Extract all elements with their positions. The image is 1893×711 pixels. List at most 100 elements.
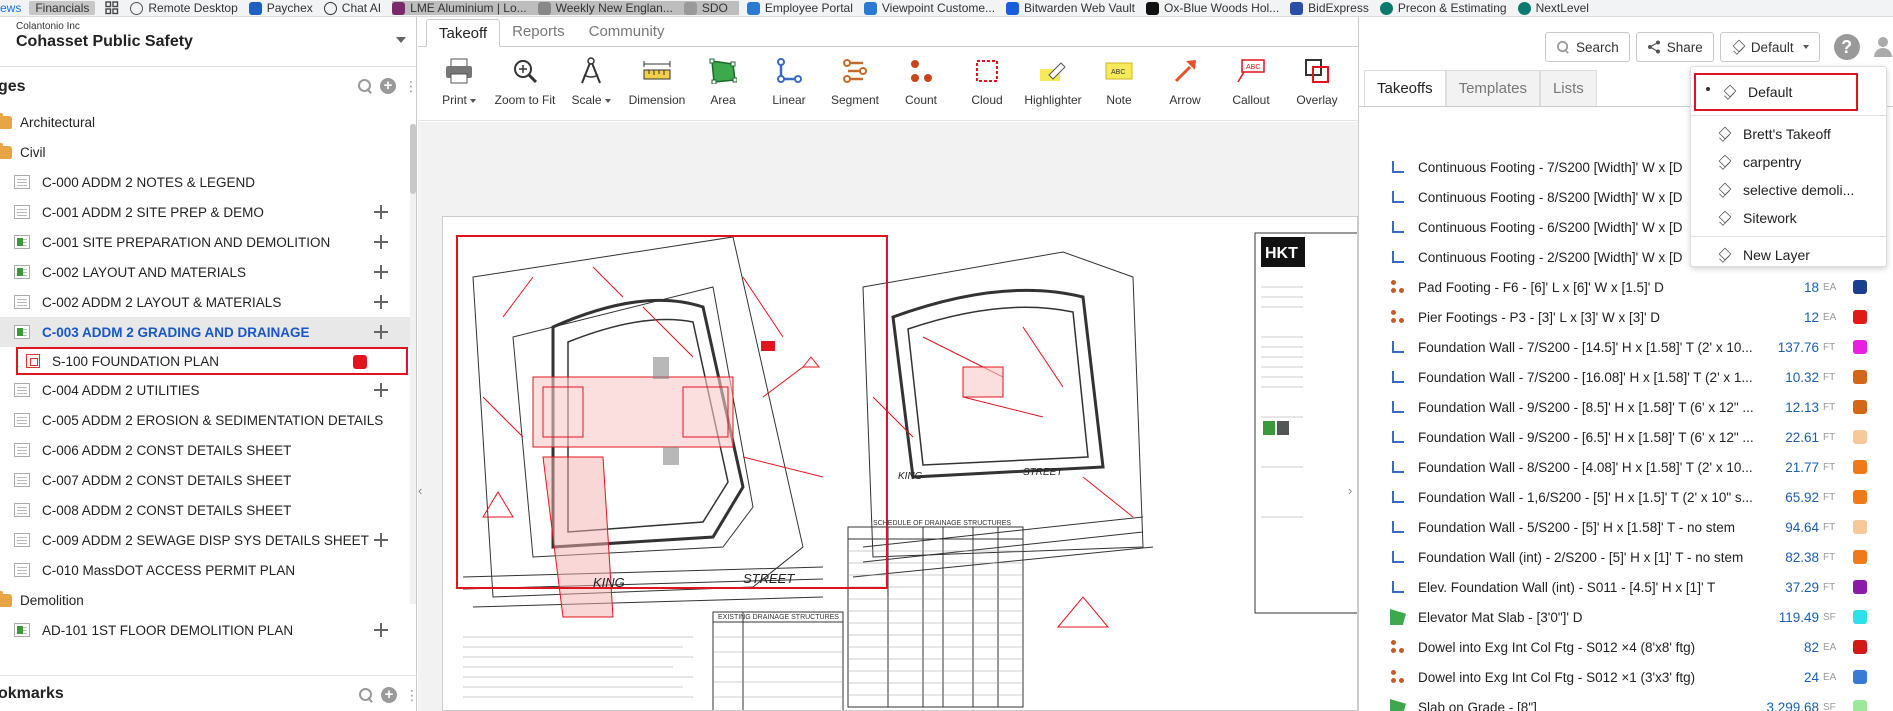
move-icon[interactable]: [374, 533, 388, 547]
search-icon[interactable]: [358, 79, 372, 93]
color-swatch[interactable]: [1853, 400, 1867, 414]
move-icon[interactable]: [374, 295, 388, 309]
page-row[interactable]: C-010 MassDOT ACCESS PERMIT PLAN: [0, 555, 416, 585]
color-swatch[interactable]: [1853, 490, 1867, 504]
color-swatch[interactable]: [1853, 670, 1867, 684]
bookmark-financials[interactable]: Financials: [29, 1, 96, 15]
bookmark-paychex[interactable]: Paychex: [248, 1, 324, 15]
chevron-down-icon[interactable]: [396, 37, 406, 43]
takeoff-row[interactable]: Elev. Foundation Wall (int) - S011 - [4.…: [1358, 572, 1893, 602]
collapse-left-arrow[interactable]: ‹: [418, 483, 428, 503]
tool-arrow[interactable]: Arrow: [1152, 55, 1218, 120]
tool-print[interactable]: Print: [426, 55, 492, 120]
takeoff-row[interactable]: Foundation Wall - 7/S200 - [16.08]' H x …: [1358, 362, 1893, 392]
bookmark-lme[interactable]: LME Aluminium | Lo...: [392, 1, 538, 15]
takeoff-row[interactable]: Dowel into Exg Int Col Ftg - S012 ×1 (3'…: [1358, 662, 1893, 692]
color-swatch[interactable]: [1853, 340, 1867, 354]
bookmark-bitwarden[interactable]: Bitwarden Web Vault: [1006, 1, 1146, 15]
page-row[interactable]: C-001 SITE PREPARATION AND DEMOLITION: [0, 227, 416, 257]
color-swatch[interactable]: [1853, 640, 1867, 654]
tool-count[interactable]: Count: [888, 55, 954, 120]
page-row[interactable]: C-007 ADDM 2 CONST DETAILS SHEET: [0, 465, 416, 495]
move-icon[interactable]: [374, 383, 388, 397]
takeoff-row[interactable]: Dowel into Exg Int Col Ftg - S012 ×4 (8'…: [1358, 632, 1893, 662]
page-row[interactable]: C-008 ADDM 2 CONST DETAILS SHEET: [0, 495, 416, 525]
drawing-sheet[interactable]: HKT KING STREET KING STREET SCHEDULE OF …: [442, 216, 1358, 711]
tool-highlighter[interactable]: Highlighter: [1020, 55, 1086, 120]
takeoff-row[interactable]: Foundation Wall - 8/S200 - [4.08]' H x […: [1358, 452, 1893, 482]
new-layer-button[interactable]: New Layer: [1691, 241, 1886, 269]
page-row[interactable]: C-002 ADDM 2 LAYOUT & MATERIALS: [0, 287, 416, 317]
tab-takeoff[interactable]: Takeoff: [426, 19, 501, 47]
takeoff-row[interactable]: Slab on Grade - [8"] 3,299.68 SF: [1358, 692, 1893, 711]
tool-overlay[interactable]: Overlay: [1284, 55, 1350, 120]
takeoff-row[interactable]: Pad Footing - F6 - [6]' L x [6]' W x [1.…: [1358, 272, 1893, 302]
project-selector[interactable]: Colantonio Inc Cohasset Public Safety: [0, 17, 416, 67]
tool-note[interactable]: ABC Note: [1086, 55, 1152, 120]
color-swatch[interactable]: [1853, 460, 1867, 474]
search-icon[interactable]: [359, 688, 373, 702]
layer-option-default[interactable]: Default: [1694, 73, 1858, 111]
bookmark-sdo[interactable]: SDO: [683, 1, 739, 15]
layer-option-sitework[interactable]: Sitework: [1691, 204, 1886, 232]
scrollbar-thumb[interactable]: [410, 124, 416, 194]
tool-linear[interactable]: Linear: [756, 55, 822, 120]
move-icon[interactable]: [374, 235, 388, 249]
page-row[interactable]: C-006 ADDM 2 CONST DETAILS SHEET: [0, 435, 416, 465]
layer-select-button[interactable]: Default: [1719, 32, 1820, 62]
bookmark-precon[interactable]: Precon & Estimating: [1379, 1, 1518, 15]
more-icon[interactable]: ⋮: [405, 688, 419, 702]
scrollbar[interactable]: [410, 124, 416, 604]
page-row[interactable]: C-000 ADDM 2 NOTES & LEGEND: [0, 167, 416, 197]
bookmark-bidexpress[interactable]: BidExpress: [1290, 1, 1380, 15]
page-row[interactable]: C-009 ADDM 2 SEWAGE DISP SYS DETAILS SHE…: [0, 525, 416, 555]
add-icon[interactable]: +: [381, 687, 397, 703]
help-icon[interactable]: ?: [1833, 34, 1860, 60]
collapse-right-arrow[interactable]: ›: [1348, 483, 1358, 503]
tool-cloud[interactable]: Cloud: [954, 55, 1020, 120]
bookmark-fragment[interactable]: ews: [0, 1, 29, 15]
share-button[interactable]: Share: [1635, 32, 1714, 62]
folder-row[interactable]: Civil: [0, 137, 416, 167]
bookmark-chat-ai[interactable]: Chat AI: [323, 1, 392, 15]
bookmark-viewpoint[interactable]: Viewpoint Custome...: [863, 1, 1006, 15]
layer-option-selective-demolition[interactable]: selective demoli...: [1691, 176, 1886, 204]
more-icon[interactable]: ⋮: [404, 79, 418, 93]
color-swatch[interactable]: [1853, 580, 1867, 594]
takeoff-row[interactable]: Foundation Wall - 9/S200 - [6.5]' H x [1…: [1358, 422, 1893, 452]
bookmark-remote-desktop[interactable]: Remote Desktop: [130, 1, 248, 15]
folder-row[interactable]: Demolition: [0, 585, 416, 615]
move-icon[interactable]: [374, 623, 388, 637]
tool-zoom-to-fit[interactable]: Zoom to Fit: [492, 55, 558, 120]
tool-area[interactable]: Area: [690, 55, 756, 120]
tool-scale[interactable]: Scale: [558, 55, 624, 120]
page-row[interactable]: C-001 ADDM 2 SITE PREP & DEMO: [0, 197, 416, 227]
color-swatch[interactable]: [1853, 430, 1867, 444]
takeoff-row[interactable]: Foundation Wall - 5/S200 - [5]' H x [1.5…: [1358, 512, 1893, 542]
page-row[interactable]: C-003 ADDM 2 GRADING AND DRAINAGE: [0, 317, 416, 347]
move-icon[interactable]: [374, 265, 388, 279]
folder-row[interactable]: Architectural: [0, 107, 416, 137]
color-swatch[interactable]: [1853, 370, 1867, 384]
tool-callout[interactable]: ABC Callout: [1218, 55, 1284, 120]
add-icon[interactable]: +: [380, 78, 396, 94]
drawing-canvas[interactable]: HKT KING STREET KING STREET SCHEDULE OF …: [418, 122, 1358, 711]
bookmark-nextlevel[interactable]: NextLevel: [1517, 1, 1600, 15]
color-swatch[interactable]: [1853, 520, 1867, 534]
search-button[interactable]: Search: [1545, 32, 1630, 62]
tool-dimension[interactable]: Dimension: [624, 55, 690, 120]
tab-reports[interactable]: Reports: [500, 18, 577, 46]
page-row[interactable]: C-005 ADDM 2 EROSION & SEDIMENTATION DET…: [0, 405, 416, 435]
page-row[interactable]: AD-101 1ST FLOOR DEMOLITION PLAN: [0, 615, 416, 645]
user-avatar-icon[interactable]: [1872, 36, 1893, 58]
takeoff-row[interactable]: Pier Footings - P3 - [3]' L x [3]' W x […: [1358, 302, 1893, 332]
layer-option-bretts-takeoff[interactable]: Brett's Takeoff: [1691, 120, 1886, 148]
layer-option-carpentry[interactable]: carpentry: [1691, 148, 1886, 176]
color-swatch[interactable]: [1853, 550, 1867, 564]
tab-community[interactable]: Community: [577, 18, 677, 46]
page-row[interactable]: C-002 LAYOUT AND MATERIALS: [0, 257, 416, 287]
page-row[interactable]: C-004 ADDM 2 UTILITIES: [0, 375, 416, 405]
color-swatch[interactable]: [1853, 700, 1867, 711]
bookmark-employee-portal[interactable]: Employee Portal: [739, 1, 864, 15]
takeoff-row[interactable]: Foundation Wall (int) - 2/S200 - [5]' H …: [1358, 542, 1893, 572]
